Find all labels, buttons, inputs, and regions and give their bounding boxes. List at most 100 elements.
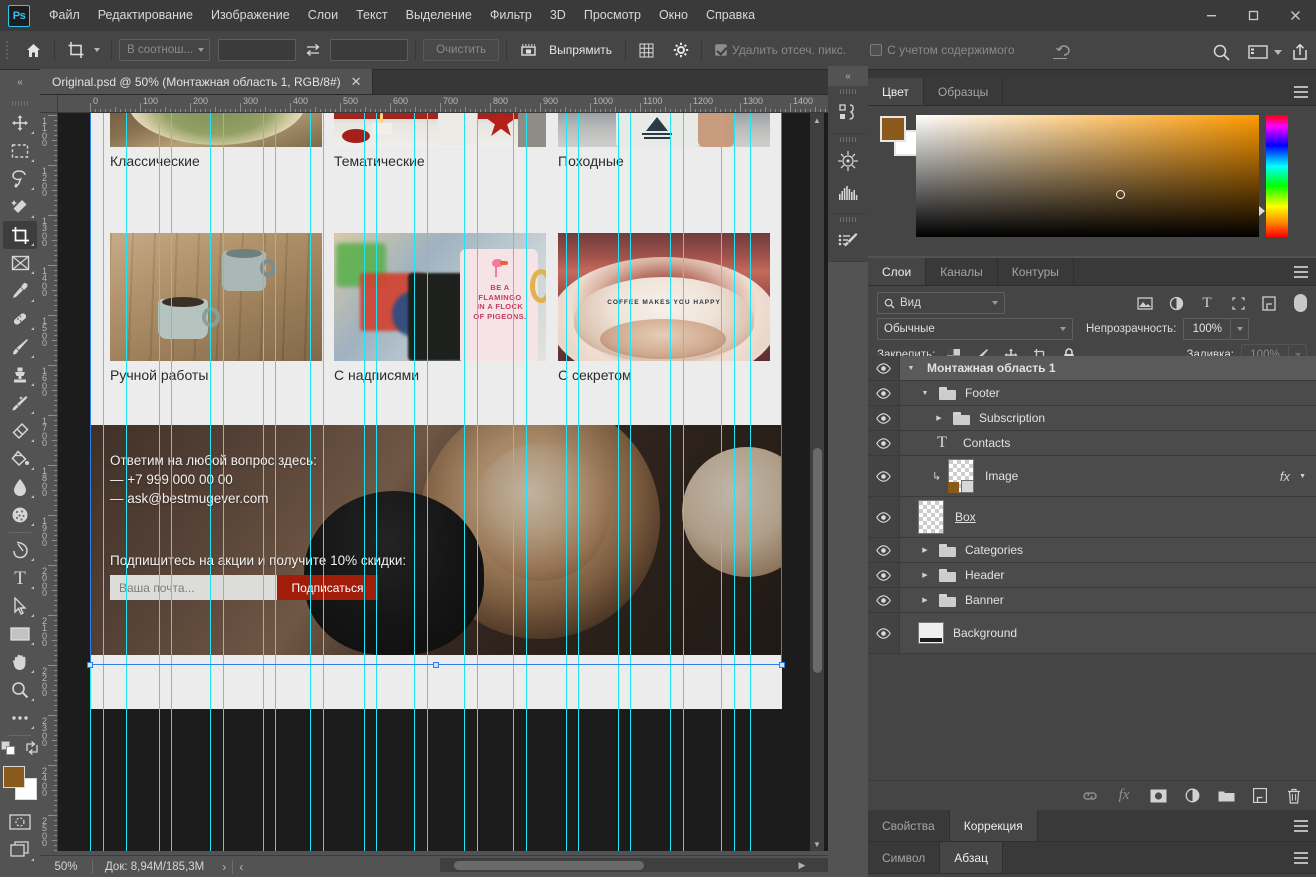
layer-list[interactable]: ▼ Монтажная область 1 ▼ Footer ▶ Subscription… xyxy=(868,356,1316,748)
color-field[interactable] xyxy=(916,115,1259,237)
history-brush-tool[interactable] xyxy=(3,389,37,417)
new-group-icon[interactable] xyxy=(1216,786,1236,806)
gradient-tool[interactable] xyxy=(3,445,37,473)
layer-row[interactable]: ▶ Subscription xyxy=(868,406,1316,431)
layer-row-body[interactable]: Background xyxy=(900,613,1316,653)
eraser-tool[interactable] xyxy=(3,417,37,445)
layer-row-body[interactable]: Box xyxy=(900,497,1316,537)
gear-icon[interactable] xyxy=(668,37,694,63)
lasso-tool[interactable] xyxy=(3,165,37,193)
layer-visibility-icon[interactable] xyxy=(868,588,900,612)
delete-cropped-pixels-checkbox[interactable]: Удалить отсеч. пикс. xyxy=(709,37,852,63)
screen-mode-icon[interactable] xyxy=(3,836,37,864)
layer-thumbnail[interactable] xyxy=(948,459,974,493)
layer-name[interactable]: Subscription xyxy=(979,411,1045,425)
menu-item-7[interactable]: 3D xyxy=(541,0,575,31)
chevron-down-icon[interactable]: ▼ xyxy=(1299,473,1306,480)
artboard-selection-box[interactable] xyxy=(90,113,782,665)
layer-name[interactable]: Background xyxy=(953,626,1017,640)
menu-item-2[interactable]: Изображение xyxy=(202,0,299,31)
adjustment-layer-icon[interactable] xyxy=(1182,786,1202,806)
scroll-up-icon[interactable]: ▲ xyxy=(810,113,824,127)
ruler-corner[interactable] xyxy=(40,95,58,113)
menu-item-0[interactable]: Файл xyxy=(40,0,89,31)
panel-menu-icon[interactable] xyxy=(1294,86,1308,98)
layer-row[interactable]: ▼ Монтажная область 1 xyxy=(868,356,1316,381)
crop-height-input[interactable] xyxy=(330,39,409,61)
blend-mode-select[interactable]: Обычные xyxy=(877,318,1073,340)
layer-row[interactable]: T Contacts xyxy=(868,431,1316,456)
tab-properties[interactable]: Свойства xyxy=(868,810,950,841)
layer-name[interactable]: Contacts xyxy=(963,436,1010,450)
tab-color[interactable]: Цвет xyxy=(868,78,924,105)
menu-item-9[interactable]: Окно xyxy=(650,0,697,31)
rectangle-tool[interactable] xyxy=(3,620,37,648)
layer-row[interactable]: ↳ Image fx ▼ xyxy=(868,456,1316,497)
layer-row-body[interactable]: ↳ Image fx ▼ xyxy=(900,456,1316,496)
content-aware-checkbox[interactable]: С учетом содержимого xyxy=(864,37,1020,63)
opacity-value[interactable]: 100% xyxy=(1183,318,1232,340)
close-button[interactable] xyxy=(1274,0,1316,31)
search-icon[interactable] xyxy=(1207,39,1236,65)
healing-brush-tool[interactable] xyxy=(3,305,37,333)
chevron-left-icon[interactable]: ‹ xyxy=(233,860,249,874)
delete-layer-icon[interactable] xyxy=(1284,786,1304,806)
tab-channels[interactable]: Каналы xyxy=(926,258,998,285)
vertical-ruler[interactable]: 1100 1200 1300 1400 1500 1600 1700 1800 1900 2000… xyxy=(40,113,58,851)
layer-row-body[interactable]: ▶ Subscription xyxy=(900,406,1316,430)
panel-menu-icon[interactable] xyxy=(1294,266,1308,278)
color-panel-swatches[interactable] xyxy=(880,116,920,156)
brush-tool[interactable] xyxy=(3,333,37,361)
options-bar-grip[interactable] xyxy=(2,31,12,70)
layer-visibility-icon[interactable] xyxy=(868,538,900,562)
link-layers-icon[interactable] xyxy=(1080,786,1100,806)
layer-visibility-icon[interactable] xyxy=(868,497,900,537)
share-icon[interactable] xyxy=(1286,39,1314,65)
layer-visibility-icon[interactable] xyxy=(868,563,900,587)
tab-paths[interactable]: Контуры xyxy=(998,258,1074,285)
chevron-down-icon[interactable]: ▼ xyxy=(904,365,918,372)
layer-visibility-icon[interactable] xyxy=(868,431,900,455)
layer-name[interactable]: Header xyxy=(965,568,1004,582)
quick-selection-tool[interactable] xyxy=(3,193,37,221)
close-icon[interactable]: ✕ xyxy=(351,75,362,88)
libraries-icon[interactable] xyxy=(831,97,865,129)
menu-item-6[interactable]: Фильтр xyxy=(481,0,541,31)
crop-tool-icon[interactable] xyxy=(62,37,90,63)
swap-icon[interactable] xyxy=(300,37,326,63)
chevron-down-icon[interactable]: ▼ xyxy=(918,390,932,397)
smartobject-filter-icon[interactable] xyxy=(1257,292,1281,314)
layer-row-body[interactable]: ▼ Монтажная область 1 xyxy=(900,356,1316,380)
layer-style-fx-icon[interactable]: fx xyxy=(1114,786,1134,806)
foreground-color-swatch[interactable] xyxy=(3,766,25,788)
actions-icon[interactable] xyxy=(831,225,865,257)
crop-width-input[interactable] xyxy=(218,39,297,61)
marquee-tool[interactable] xyxy=(3,137,37,165)
reset-icon[interactable] xyxy=(1045,39,1075,65)
layer-name[interactable]: Categories xyxy=(965,543,1023,557)
layer-visibility-icon[interactable] xyxy=(868,356,900,380)
home-icon[interactable] xyxy=(20,37,47,63)
menu-item-5[interactable]: Выделение xyxy=(397,0,481,31)
path-selection-tool[interactable] xyxy=(3,592,37,620)
maximize-button[interactable] xyxy=(1232,0,1274,31)
layer-name[interactable]: Box xyxy=(955,510,976,524)
shape-filter-icon[interactable] xyxy=(1226,292,1250,314)
horizontal-ruler[interactable]: 0 100 200 300 400 500 600 700 800 900 1000 1100 1200… xyxy=(58,95,828,113)
layer-row-body[interactable]: ▶ Categories xyxy=(900,538,1316,562)
selection-handle-br[interactable] xyxy=(779,662,785,668)
eyedropper-tool[interactable] xyxy=(3,277,37,305)
chevron-right-icon[interactable]: › xyxy=(216,860,232,874)
swap-colors-icon[interactable] xyxy=(25,741,39,758)
grid-overlay-icon[interactable] xyxy=(633,37,660,63)
quick-mask-icon[interactable] xyxy=(3,808,37,836)
menu-item-3[interactable]: Слои xyxy=(299,0,347,31)
layer-name[interactable]: Banner xyxy=(965,593,1004,607)
menu-item-10[interactable]: Справка xyxy=(697,0,764,31)
layer-row[interactable]: Background xyxy=(868,613,1316,654)
scroll-right-icon[interactable]: ▶ xyxy=(795,858,809,872)
layer-row-body[interactable]: ▶ Banner xyxy=(900,588,1316,612)
content-aware-check[interactable] xyxy=(870,44,883,56)
canvas-horizontal-scrollbar[interactable] xyxy=(440,858,830,872)
tab-paragraph[interactable]: Абзац xyxy=(940,842,1003,873)
